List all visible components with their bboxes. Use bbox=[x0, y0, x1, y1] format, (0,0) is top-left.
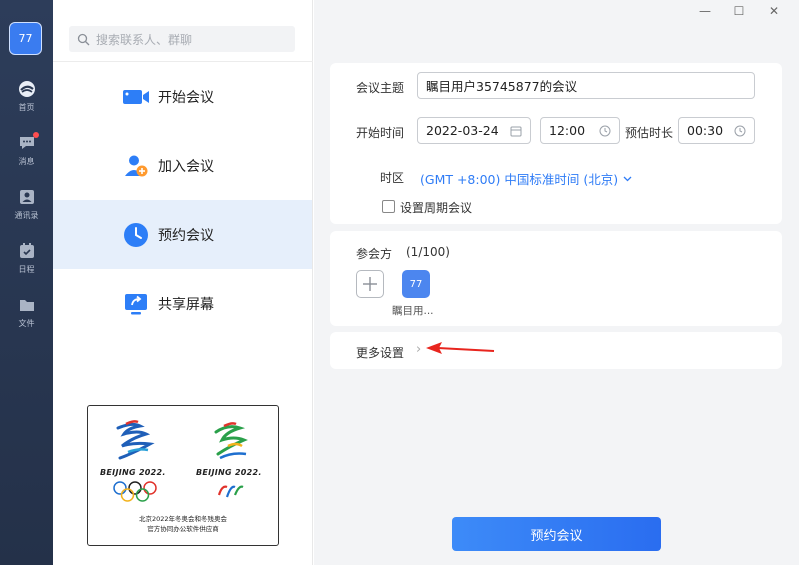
start-date-value: 2022-03-24 bbox=[426, 123, 499, 138]
timezone-value: (GMT +8:00) 中国标准时间 (北京) bbox=[420, 172, 619, 187]
winter-olympics-emblem-icon bbox=[116, 420, 155, 460]
more-settings-row[interactable]: 更多设置 › bbox=[330, 332, 782, 369]
sponsor-caption-line2: 官方协同办公软件供应商 bbox=[147, 525, 219, 533]
duration-value: 00:30 bbox=[687, 123, 724, 138]
plus-icon bbox=[363, 277, 377, 291]
rail-item-contacts[interactable]: 通讯录 bbox=[0, 188, 53, 234]
join-meeting-button[interactable]: 加入会议 bbox=[53, 131, 312, 200]
folder-icon bbox=[18, 296, 36, 314]
clock-icon bbox=[599, 125, 611, 137]
rail-item-messages[interactable]: 消息 bbox=[0, 132, 53, 180]
search-icon bbox=[77, 33, 90, 45]
rail-item-label: 通讯录 bbox=[14, 211, 39, 220]
duration-label: 预估时长 bbox=[625, 126, 674, 140]
clock-icon bbox=[734, 125, 746, 137]
beijing-2022-text: BEIJING 2022. bbox=[196, 468, 262, 477]
share-screen-icon bbox=[122, 290, 150, 318]
search-input[interactable]: 搜索联系人、群聊 bbox=[69, 26, 295, 52]
start-time-value: 12:00 bbox=[549, 123, 586, 138]
schedule-meeting-button[interactable]: 预约会议 bbox=[53, 200, 312, 269]
search-placeholder: 搜索联系人、群聊 bbox=[96, 32, 193, 47]
video-camera-icon bbox=[122, 83, 150, 111]
duration-picker[interactable]: 00:30 bbox=[678, 117, 755, 144]
meeting-details-card: 会议主题 瞩目用户35745877的会议 开始时间 2022-03-24 12:… bbox=[330, 63, 782, 224]
maximize-button[interactable]: ☐ bbox=[732, 4, 746, 18]
rail-item-label: 消息 bbox=[18, 157, 35, 166]
annotation-arrow-icon bbox=[426, 342, 495, 354]
minimize-button[interactable]: — bbox=[698, 4, 712, 18]
menu-item-label: 开始会议 bbox=[158, 89, 214, 106]
recurring-label: 设置周期会议 bbox=[400, 201, 473, 215]
clock-icon bbox=[122, 221, 150, 249]
share-screen-button[interactable]: 共享屏幕 bbox=[53, 269, 312, 338]
rail-item-files[interactable]: 文件 bbox=[0, 296, 53, 342]
unread-badge bbox=[32, 132, 39, 138]
chat-icon bbox=[18, 132, 39, 152]
user-avatar[interactable]: 77 bbox=[9, 22, 42, 55]
chevron-down-icon bbox=[623, 176, 632, 181]
participants-card: 参会方 (1/100) 77 瞩目用... bbox=[330, 231, 782, 326]
timezone-label: 时区 bbox=[380, 171, 405, 185]
topic-input[interactable]: 瞩目用户35745877的会议 bbox=[417, 72, 755, 99]
participant-avatar[interactable]: 77 bbox=[402, 270, 430, 298]
rail-item-label: 首页 bbox=[18, 103, 35, 112]
start-date-picker[interactable]: 2022-03-24 bbox=[417, 117, 531, 144]
start-time-picker[interactable]: 12:00 bbox=[540, 117, 620, 144]
agitos-icon bbox=[217, 485, 244, 498]
menu-item-label: 共享屏幕 bbox=[158, 296, 214, 313]
schedule-meeting-pane: — ☐ ✕ 会议主题 瞩目用户35745877的会议 开始时间 2022-03-… bbox=[314, 0, 799, 565]
beijing-2022-text: BEIJING 2022. bbox=[100, 468, 166, 477]
start-meeting-button[interactable]: 开始会议 bbox=[53, 62, 312, 131]
start-time-label: 开始时间 bbox=[356, 126, 405, 140]
topic-label: 会议主题 bbox=[356, 81, 405, 95]
contacts-icon bbox=[18, 188, 36, 206]
sponsor-caption-line1: 北京2022年冬奥会和冬残奥会 bbox=[138, 515, 228, 523]
rail-item-calendar[interactable]: 日程 bbox=[0, 242, 53, 288]
menu-item-label: 预约会议 bbox=[158, 227, 214, 244]
olympic-rings-icon bbox=[113, 481, 157, 502]
timezone-selector[interactable]: (GMT +8:00) 中国标准时间 (北京) bbox=[420, 169, 632, 188]
add-participant-button[interactable] bbox=[356, 270, 384, 298]
participant-name: 瞩目用... bbox=[392, 305, 434, 317]
rail-item-label: 日程 bbox=[18, 265, 35, 274]
meeting-menu-panel: 搜索联系人、群聊 开始会议 加入会议 预约会议 共享屏幕 BEIJING 202… bbox=[53, 0, 313, 565]
topic-value: 瞩目用户35745877的会议 bbox=[426, 79, 578, 94]
participants-count: (1/100) bbox=[406, 245, 450, 259]
close-button[interactable]: ✕ bbox=[767, 4, 781, 18]
add-user-icon bbox=[122, 152, 150, 180]
menu-item-label: 加入会议 bbox=[158, 158, 214, 175]
left-rail: 77 首页 消息 通讯录 日程 文件 bbox=[0, 0, 53, 565]
chevron-right-icon: › bbox=[416, 342, 422, 357]
more-settings-label: 更多设置 bbox=[356, 346, 405, 360]
olympic-sponsor-banner: BEIJING 2022. BEIJING 2022. 北京2022年冬奥会和冬… bbox=[87, 405, 279, 546]
schedule-meeting-submit-button[interactable]: 预约会议 bbox=[452, 517, 661, 551]
participants-title: 参会方 bbox=[356, 247, 393, 261]
home-icon bbox=[18, 80, 36, 98]
winter-paralympics-emblem-icon bbox=[214, 422, 248, 460]
calendar-icon bbox=[18, 242, 36, 260]
calendar-icon bbox=[510, 126, 522, 137]
recurring-checkbox[interactable] bbox=[382, 200, 395, 213]
rail-item-label: 文件 bbox=[18, 319, 35, 328]
rail-item-home[interactable]: 首页 bbox=[0, 80, 53, 126]
